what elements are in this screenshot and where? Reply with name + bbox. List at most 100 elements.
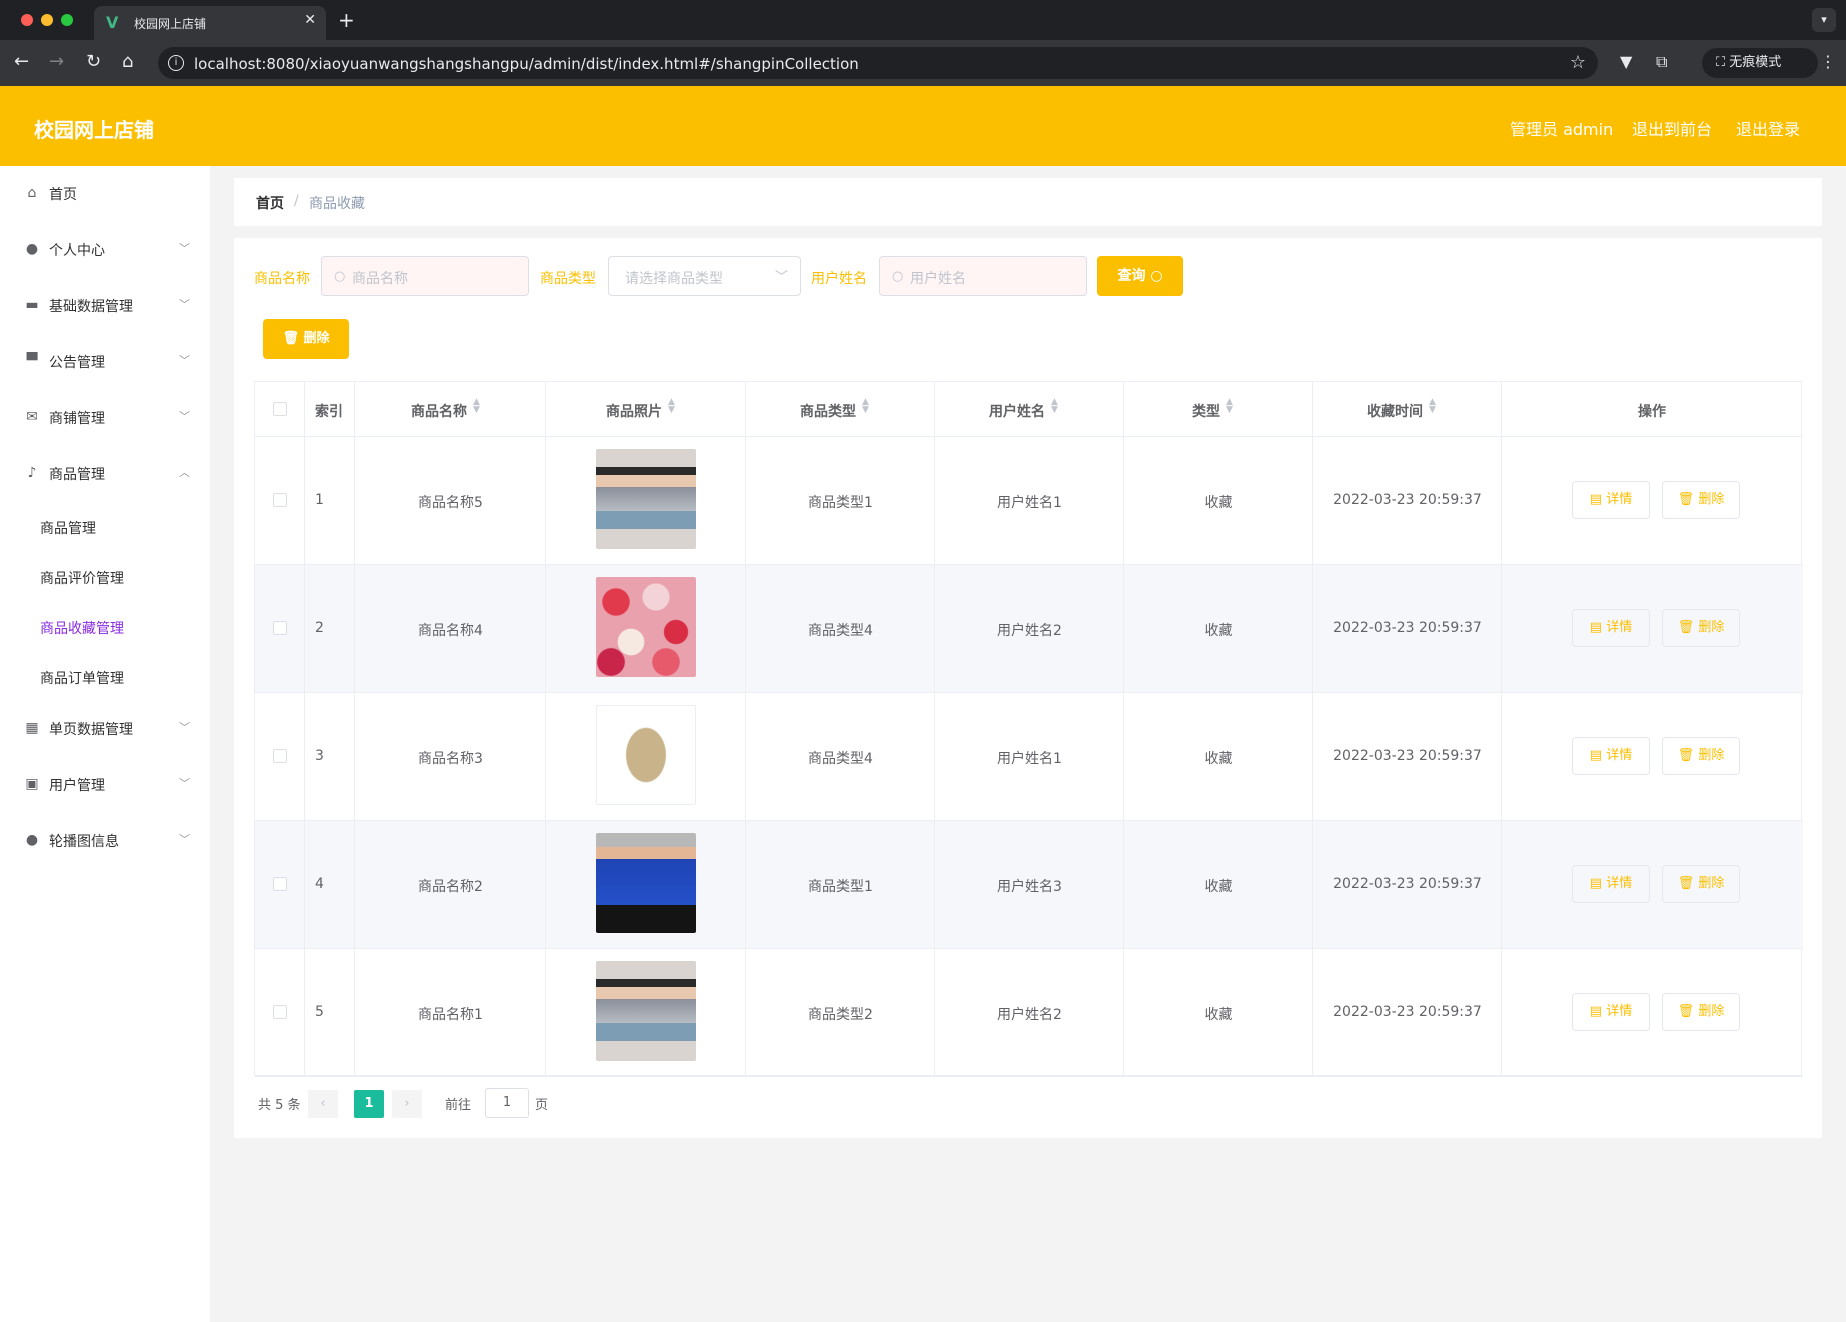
goods-type-label: 商品类型 bbox=[540, 271, 596, 287]
batch-delete-button[interactable]: 🗑 删除 bbox=[263, 319, 349, 359]
sidebar-item-home[interactable]: ⌂ 首页 bbox=[0, 166, 210, 222]
row-checkbox[interactable] bbox=[273, 1005, 287, 1019]
col-header-photo: 商品照片 bbox=[606, 404, 662, 420]
row-checkbox[interactable] bbox=[273, 749, 287, 763]
detail-button-label: 详情 bbox=[1606, 876, 1633, 891]
exit-to-front-link[interactable]: 退出到前台 bbox=[1632, 116, 1712, 140]
goto-prefix: 前往 bbox=[445, 1098, 472, 1113]
delete-button[interactable]: 🗑 删除 bbox=[1662, 481, 1740, 519]
row-checkbox[interactable] bbox=[273, 621, 287, 635]
sidebar-item-label: 商品管理 bbox=[49, 467, 105, 483]
back-icon[interactable]: ← bbox=[14, 52, 29, 72]
tab-search-icon[interactable]: ▾ bbox=[1812, 8, 1836, 32]
col-header-kind-cell[interactable]: 类型 ▲ ▼ bbox=[1124, 382, 1313, 436]
query-button[interactable]: 查询 ○ bbox=[1097, 256, 1183, 296]
logout-link[interactable]: 退出登录 bbox=[1736, 116, 1800, 140]
page-number-current[interactable]: 1 bbox=[354, 1090, 384, 1118]
bookmark-star-icon[interactable]: ☆ bbox=[1570, 52, 1586, 73]
goods-photo[interactable] bbox=[596, 577, 696, 677]
col-header-photo-cell[interactable]: 商品照片 ▲ ▼ bbox=[546, 382, 746, 436]
sidebar-item-goods[interactable]: ♪ 商品管理 ︿ bbox=[0, 446, 210, 502]
row-kind: 收藏 bbox=[1204, 623, 1233, 639]
user-name-input[interactable]: ○ 用户姓名 bbox=[879, 256, 1087, 296]
browser-tab[interactable]: V 校园网上店铺 ✕ bbox=[94, 6, 326, 40]
delete-button[interactable]: 🗑 删除 bbox=[1662, 737, 1740, 775]
col-header-user-name-cell[interactable]: 用户姓名 ▲ ▼ bbox=[935, 382, 1124, 436]
sidebar-item-label: 基础数据管理 bbox=[49, 299, 133, 315]
goods-type-select[interactable]: 请选择商品类型 ﹀ bbox=[608, 256, 801, 296]
goods-photo[interactable] bbox=[596, 705, 696, 805]
sort-icon[interactable]: ▲ ▼ bbox=[668, 398, 675, 415]
submenu-item-goods-review[interactable]: 商品评价管理 bbox=[0, 552, 210, 602]
close-window-button[interactable] bbox=[21, 14, 33, 26]
detail-button[interactable]: ▤ 详情 bbox=[1572, 865, 1650, 903]
detail-button[interactable]: ▤ 详情 bbox=[1572, 993, 1650, 1031]
goods-name-label: 商品名称 bbox=[254, 271, 310, 287]
trash-icon: 🗑 bbox=[1677, 620, 1699, 635]
sidebar-item-personal-center[interactable]: ● 个人中心 ﹀ bbox=[0, 222, 210, 278]
address-bar[interactable]: i localhost:8080/xiaoyuanwangshangshangp… bbox=[158, 47, 1598, 79]
new-tab-icon[interactable]: + bbox=[338, 8, 355, 32]
sidebar-item-carousel[interactable]: ● 轮播图信息 ﹀ bbox=[0, 813, 210, 869]
col-header-goods-type-cell[interactable]: 商品类型 ▲ ▼ bbox=[746, 382, 935, 436]
grid-icon: ▦ bbox=[25, 720, 39, 736]
row-checkbox[interactable] bbox=[273, 493, 287, 507]
home-icon[interactable]: ⌂ bbox=[122, 52, 133, 72]
row-checkbox[interactable] bbox=[273, 877, 287, 891]
delete-button[interactable]: 🗑 删除 bbox=[1662, 865, 1740, 903]
goods-photo[interactable] bbox=[596, 961, 696, 1061]
col-header-goods-name-cell[interactable]: 商品名称 ▲ ▼ bbox=[355, 382, 546, 436]
delete-button-label: 删除 bbox=[1698, 620, 1725, 635]
sidebar-item-base-data[interactable]: ▬ 基础数据管理 ﹀ bbox=[0, 278, 210, 334]
prev-page-icon[interactable]: ‹ bbox=[308, 1090, 338, 1118]
browser-menu-icon[interactable]: ⋮ bbox=[1820, 52, 1836, 71]
maximize-window-button[interactable] bbox=[61, 14, 73, 26]
sidebar-item-single-page[interactable]: ▦ 单页数据管理 ﹀ bbox=[0, 701, 210, 757]
sidebar-item-users[interactable]: ▣ 用户管理 ﹀ bbox=[0, 757, 210, 813]
select-all-checkbox[interactable] bbox=[273, 402, 287, 416]
sort-icon[interactable]: ▲ ▼ bbox=[1226, 398, 1233, 415]
goods-photo[interactable] bbox=[596, 833, 696, 933]
sort-icon[interactable]: ▲ ▼ bbox=[1051, 398, 1058, 415]
reload-icon[interactable]: ↻ bbox=[86, 52, 101, 72]
submenu-item-goods-order[interactable]: 商品订单管理 bbox=[0, 652, 210, 702]
sidebar: ⌂ 首页 ● 个人中心 ﹀ ▬ 基础数据管理 ﹀ ▀ 公告管理 ﹀ ✉ 商铺管理… bbox=[0, 166, 210, 1322]
delete-button-label: 删除 bbox=[1698, 1004, 1725, 1019]
query-button-label: 查询 bbox=[1117, 268, 1146, 284]
sort-icon[interactable]: ▲ ▼ bbox=[473, 398, 480, 415]
search-icon: ○ bbox=[892, 269, 904, 284]
sort-icon[interactable]: ▲ ▼ bbox=[862, 398, 869, 415]
submenu-item-goods[interactable]: 商品管理 bbox=[0, 502, 210, 552]
submenu-item-goods-collection[interactable]: 商品收藏管理 bbox=[0, 602, 210, 652]
next-page-icon[interactable]: › bbox=[392, 1090, 422, 1118]
chevron-down-icon: ﹀ bbox=[179, 354, 190, 367]
forward-icon[interactable]: → bbox=[49, 52, 64, 72]
extensions-icon[interactable]: ⧉ bbox=[1656, 52, 1667, 72]
minimize-window-button[interactable] bbox=[41, 14, 53, 26]
row-collect-time: 2022-03-23 20:59:37 bbox=[1333, 876, 1482, 892]
detail-button[interactable]: ▤ 详情 bbox=[1572, 481, 1650, 519]
row-goods-type: 商品类型4 bbox=[808, 623, 873, 639]
document-icon: ▤ bbox=[1589, 620, 1607, 635]
delete-button[interactable]: 🗑 删除 bbox=[1662, 609, 1740, 647]
col-header-time-cell[interactable]: 收藏时间 ▲ ▼ bbox=[1313, 382, 1502, 436]
goods-photo[interactable] bbox=[596, 449, 696, 549]
incognito-badge[interactable]: ⛶ 无痕模式 bbox=[1702, 48, 1818, 78]
url-text[interactable]: localhost:8080/xiaoyuanwangshangshangpu/… bbox=[194, 55, 859, 73]
goto-page-input[interactable]: 1 bbox=[485, 1088, 529, 1118]
breadcrumb-home[interactable]: 首页 bbox=[256, 193, 284, 213]
monitor-icon: ▬ bbox=[25, 297, 39, 313]
detail-button[interactable]: ▤ 详情 bbox=[1572, 609, 1650, 647]
goods-name-input[interactable]: ○ 商品名称 bbox=[321, 256, 529, 296]
document-icon: ▤ bbox=[1589, 492, 1607, 507]
sidebar-item-shop[interactable]: ✉ 商铺管理 ﹀ bbox=[0, 390, 210, 446]
sort-icon[interactable]: ▲ ▼ bbox=[1429, 398, 1436, 415]
close-tab-icon[interactable]: ✕ bbox=[304, 12, 316, 28]
detail-button[interactable]: ▤ 详情 bbox=[1572, 737, 1650, 775]
batch-delete-label: 删除 bbox=[303, 331, 330, 346]
delete-button[interactable]: 🗑 删除 bbox=[1662, 993, 1740, 1031]
submenu-item-label: 商品评价管理 bbox=[40, 571, 124, 587]
sidebar-item-notice[interactable]: ▀ 公告管理 ﹀ bbox=[0, 334, 210, 390]
site-info-icon[interactable]: i bbox=[168, 55, 184, 71]
vue-devtools-icon[interactable]: ▼ bbox=[1620, 52, 1632, 71]
